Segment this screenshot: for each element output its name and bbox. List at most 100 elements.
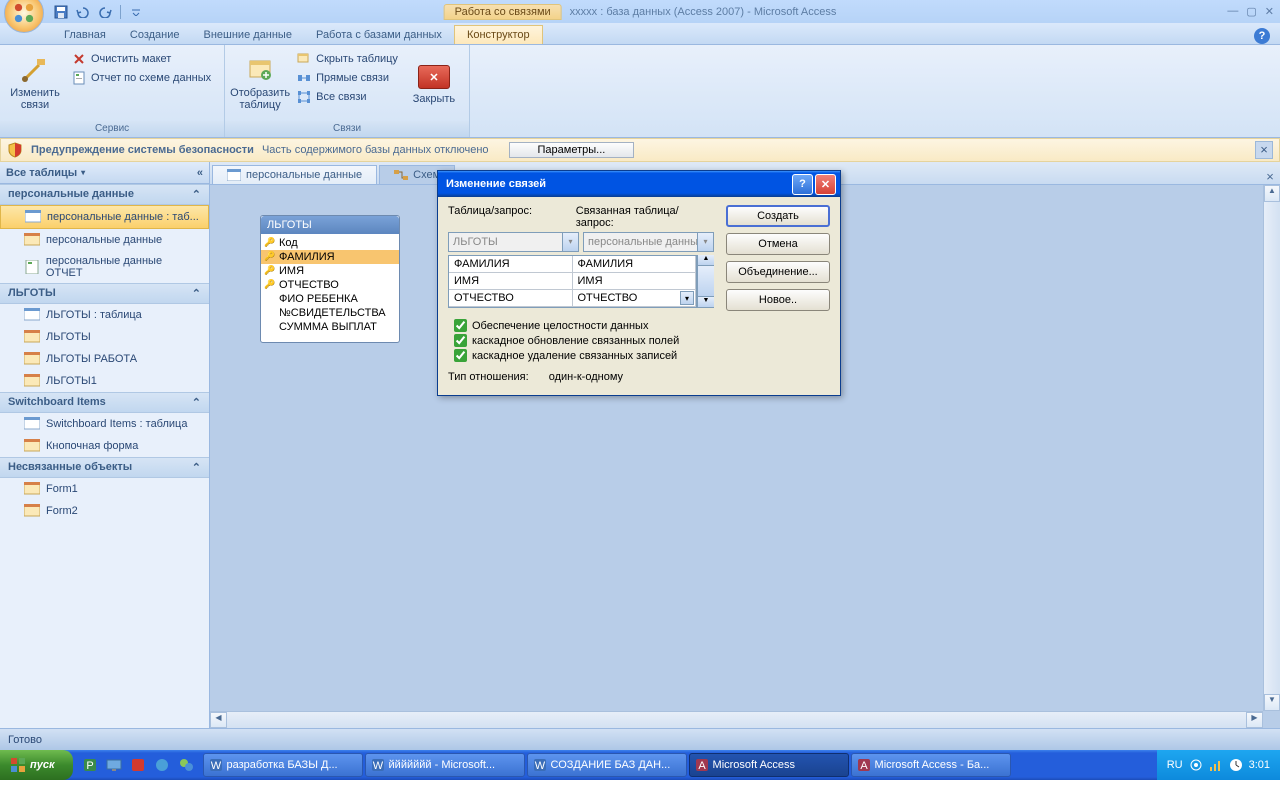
nav-group-switchboard[interactable]: Switchboard Items⌃ <box>0 392 209 413</box>
nav-item[interactable]: ЛЬГОТЫ <box>0 326 209 348</box>
hide-table-button[interactable]: Скрыть таблицу <box>293 50 401 68</box>
redo-icon[interactable] <box>96 3 114 21</box>
nav-item[interactable]: персональные данные : таб... <box>0 205 209 229</box>
nav-item[interactable]: Form1 <box>0 478 209 500</box>
svg-text:P: P <box>86 760 93 772</box>
spin-up-icon[interactable]: ▲ <box>698 255 714 266</box>
ribbon: Изменить связи Очистить макет Отчет по с… <box>0 45 1280 138</box>
dialog-close-icon[interactable]: ✕ <box>815 174 836 195</box>
all-relationships-button[interactable]: Все связи <box>293 88 401 106</box>
nav-item[interactable]: ЛЬГОТЫ РАБОТА <box>0 348 209 370</box>
table-field[interactable]: 🔑ИМЯ <box>261 264 399 278</box>
security-close-icon[interactable]: × <box>1255 141 1273 159</box>
taskbar-task[interactable]: Wййййййй - Microsoft... <box>365 753 525 777</box>
ql-chat-icon[interactable] <box>175 754 197 776</box>
system-tray: RU 3:01 <box>1157 750 1280 780</box>
nav-header[interactable]: Все таблицы ▾ « <box>0 162 209 184</box>
minimize-icon[interactable]: — <box>1227 5 1238 18</box>
edit-relationships-button[interactable]: Изменить связи <box>6 48 64 118</box>
table-field[interactable]: 🔑Код <box>261 236 399 250</box>
related-table-combo[interactable]: персональные данные▾ <box>583 232 714 252</box>
clear-layout-button[interactable]: Очистить макет <box>68 50 214 68</box>
tab-design[interactable]: Конструктор <box>454 25 543 44</box>
nav-item[interactable]: Кнопочная форма <box>0 435 209 457</box>
spin-down-icon[interactable]: ▼ <box>698 297 714 308</box>
tray-clock-icon[interactable] <box>1229 758 1243 772</box>
svg-text:A: A <box>698 760 706 772</box>
tab-home[interactable]: Главная <box>52 26 118 44</box>
restore-icon[interactable]: ▢ <box>1246 5 1256 18</box>
cancel-button[interactable]: Отмена <box>726 233 830 255</box>
tab-create[interactable]: Создание <box>118 26 192 44</box>
svg-text:A: A <box>860 760 868 772</box>
table-field[interactable]: ФИО РЕБЕНКА <box>261 292 399 306</box>
start-button[interactable]: пуск <box>0 750 73 780</box>
direct-relationships-button[interactable]: Прямые связи <box>293 69 401 87</box>
quick-access-toolbar <box>52 3 145 21</box>
help-icon[interactable]: ? <box>1254 28 1270 44</box>
save-icon[interactable] <box>52 3 70 21</box>
doc-tab-close-icon[interactable]: × <box>1260 169 1280 184</box>
close-button[interactable]: ✕ Закрыть <box>405 48 463 118</box>
create-button[interactable]: Создать <box>726 205 830 227</box>
tray-time[interactable]: 3:01 <box>1249 759 1270 771</box>
nav-item[interactable]: персональные данные <box>0 229 209 251</box>
nav-group-unrelated[interactable]: Несвязанные объекты⌃ <box>0 457 209 478</box>
table-field[interactable]: СУМММА ВЫПЛАТ <box>261 320 399 334</box>
nav-item[interactable]: Form2 <box>0 500 209 522</box>
ribbon-group-relationships: Отобразить таблицу Скрыть таблицу Прямые… <box>225 45 470 137</box>
horizontal-scrollbar[interactable]: ◀▶ <box>210 711 1263 728</box>
tab-dbtools[interactable]: Работа с базами данных <box>304 26 454 44</box>
cascade-delete-checkbox[interactable]: каскадное удаление связанных записей <box>454 348 714 363</box>
app-title: ххххх : база данных (Access 2007) - Micr… <box>570 6 837 18</box>
show-table-button[interactable]: Отобразить таблицу <box>231 48 289 118</box>
field-mapping-grid[interactable]: ФАМИЛИЯФАМИЛИЯ ИМЯИМЯ ОТЧЕСТВООТЧЕСТВО▾ <box>448 255 697 308</box>
ribbon-tabs: Главная Создание Внешние данные Работа с… <box>0 23 1280 45</box>
nav-item[interactable]: персональные данные ОТЧЕТ <box>0 251 209 283</box>
ql-project-icon[interactable]: P <box>79 754 101 776</box>
table-field[interactable]: 🔑ОТЧЕСТВО <box>261 278 399 292</box>
language-indicator[interactable]: RU <box>1167 759 1183 771</box>
table-box-benefits[interactable]: ЛЬГОТЫ 🔑Код🔑ФАМИЛИЯ🔑ИМЯ🔑ОТЧЕСТВОФИО РЕБЕ… <box>260 215 400 343</box>
titlebar: Работа со связями ххххх : база данных (A… <box>0 0 1280 23</box>
dialog-titlebar[interactable]: Изменение связей ? ✕ <box>438 171 840 197</box>
nav-group-benefits[interactable]: ЛЬГОТЫ⌃ <box>0 283 209 304</box>
undo-icon[interactable] <box>74 3 92 21</box>
tray-eye-icon[interactable] <box>1189 758 1203 772</box>
relationship-report-button[interactable]: Отчет по схеме данных <box>68 69 214 87</box>
table-field[interactable]: №СВИДЕТЕЛЬСТВА <box>261 306 399 320</box>
shield-icon <box>7 142 23 158</box>
svg-text:W: W <box>534 760 545 772</box>
integrity-checkbox[interactable]: Обеспечение целостности данных <box>454 318 714 333</box>
tab-external[interactable]: Внешние данные <box>192 26 304 44</box>
security-options-button[interactable]: Параметры... <box>509 142 635 158</box>
tray-signal-icon[interactable] <box>1209 758 1223 772</box>
taskbar-task[interactable]: Wразработка БАЗЫ Д... <box>203 753 363 777</box>
taskbar-task[interactable]: WСОЗДАНИЕ БАЗ ДАН... <box>527 753 687 777</box>
ql-audio-icon[interactable] <box>151 754 173 776</box>
svg-text:W: W <box>210 760 221 772</box>
taskbar-task[interactable]: AMicrosoft Access <box>689 753 849 777</box>
dialog-help-icon[interactable]: ? <box>792 174 813 195</box>
taskbar: пуск P Wразработка БАЗЫ Д... Wййййййй - … <box>0 750 1280 780</box>
ql-app-icon[interactable] <box>127 754 149 776</box>
status-bar: Готово <box>0 728 1280 750</box>
table-field[interactable]: 🔑ФАМИЛИЯ <box>261 250 399 264</box>
table-combo[interactable]: ЛЬГОТЫ▾ <box>448 232 579 252</box>
context-tab-header: Работа со связями <box>444 4 562 20</box>
taskbar-task[interactable]: AMicrosoft Access - Ба... <box>851 753 1011 777</box>
new-button[interactable]: Новое.. <box>726 289 830 311</box>
cascade-update-checkbox[interactable]: каскадное обновление связанных полей <box>454 333 714 348</box>
qat-customize-icon[interactable] <box>127 3 145 21</box>
nav-item[interactable]: ЛЬГОТЫ : таблица <box>0 304 209 326</box>
ql-desktop-icon[interactable] <box>103 754 125 776</box>
doc-tab[interactable]: персональные данные <box>212 165 377 184</box>
join-button[interactable]: Объединение... <box>726 261 830 283</box>
ribbon-group-service: Изменить связи Очистить макет Отчет по с… <box>0 45 225 137</box>
nav-item[interactable]: ЛЬГОТЫ1 <box>0 370 209 392</box>
vertical-scrollbar[interactable]: ▲▼ <box>1263 185 1280 711</box>
nav-group-personal[interactable]: персональные данные⌃ <box>0 184 209 205</box>
svg-text:W: W <box>372 760 383 772</box>
close-icon[interactable]: ✕ <box>1265 5 1274 18</box>
nav-item[interactable]: Switchboard Items : таблица <box>0 413 209 435</box>
